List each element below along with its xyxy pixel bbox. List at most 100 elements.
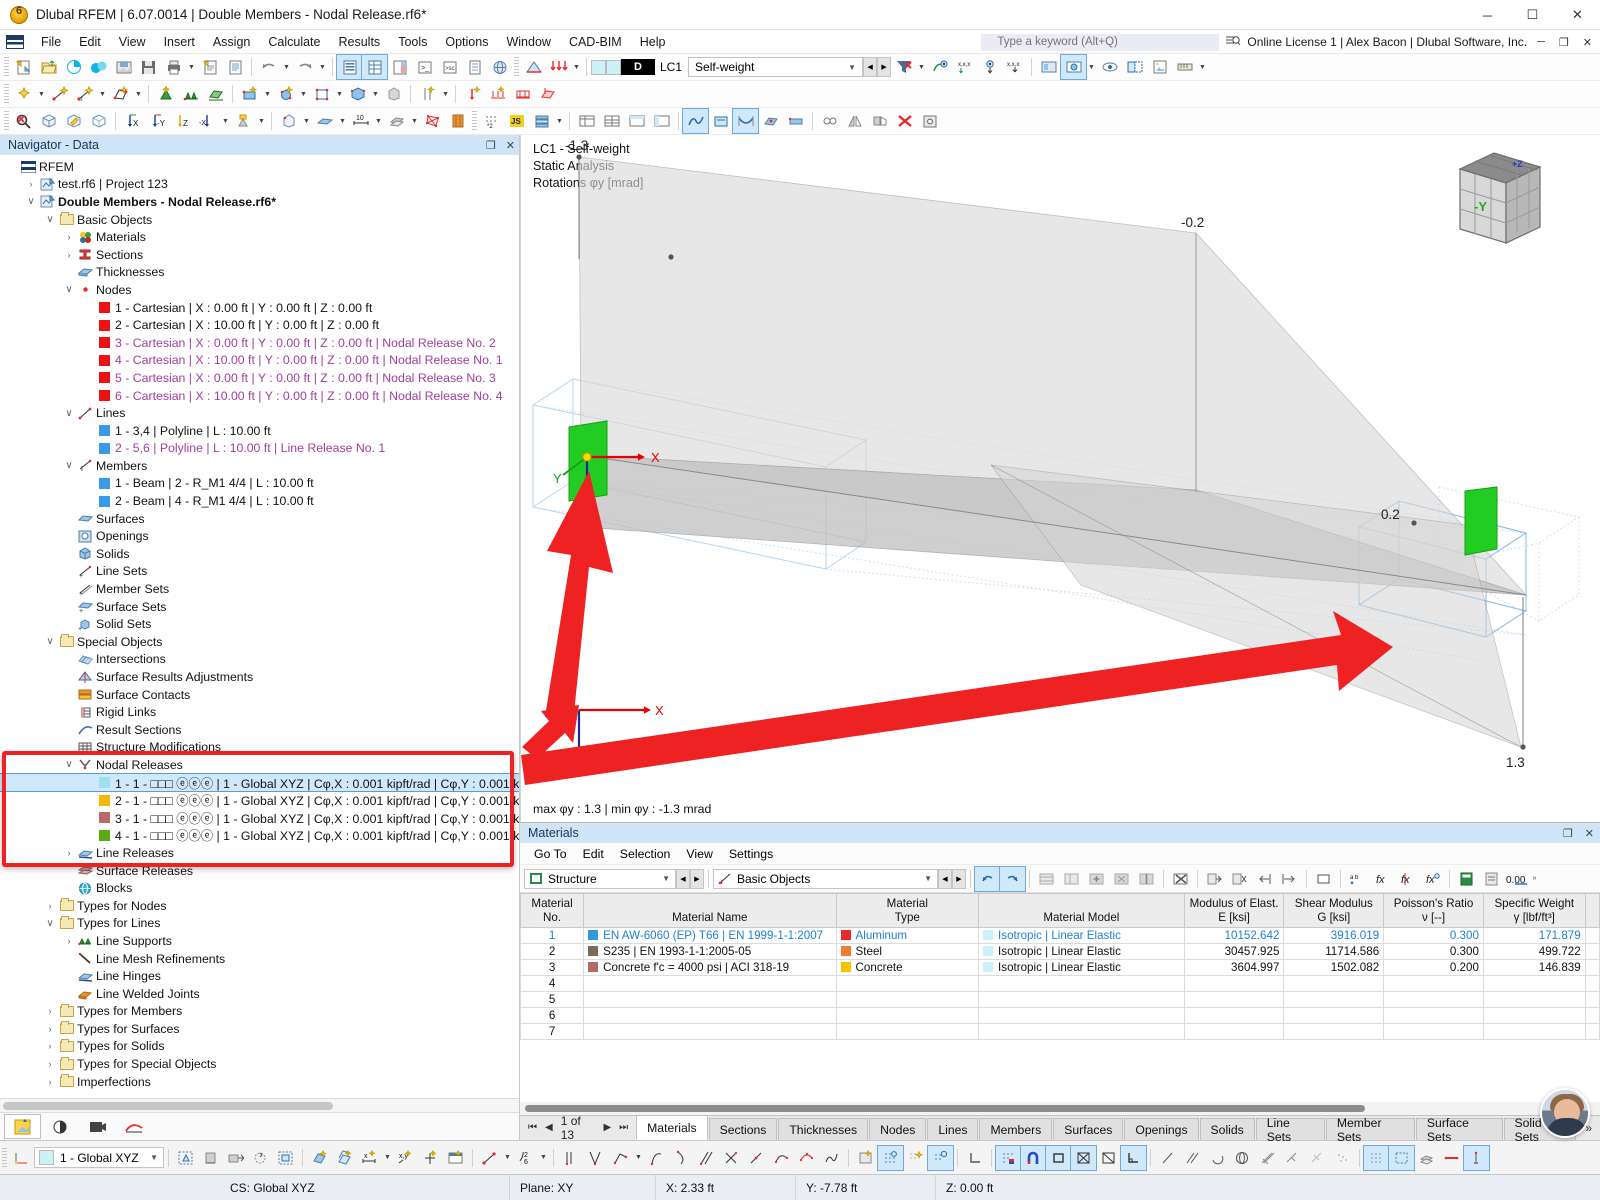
grid-hscrollbar[interactable] — [520, 1102, 1600, 1115]
surface-result-icon[interactable] — [758, 109, 783, 133]
table-formula2-icon[interactable]: fx — [1395, 867, 1420, 891]
materials-grid[interactable]: Material No. Material Name Material Type Ma… — [520, 893, 1600, 1102]
table-toolbar-overflow[interactable]: » — [1529, 867, 1540, 891]
table-cell[interactable]: 30457.925 — [1183, 943, 1285, 960]
table-tab-solids[interactable]: Solids — [1199, 1118, 1255, 1140]
table-cell[interactable]: 146.839 — [1482, 959, 1586, 976]
save-icon[interactable] — [136, 55, 161, 79]
surface-dropdown-arrow[interactable]: ▼ — [133, 82, 144, 106]
ortho-grid-icon[interactable] — [995, 1144, 1022, 1171]
table-cell[interactable] — [978, 991, 1185, 1008]
table-column-header[interactable]: Material Type — [835, 893, 980, 928]
chevron-right-icon[interactable]: › — [42, 1024, 58, 1034]
menu-item-results[interactable]: Results — [330, 32, 390, 52]
table-cell[interactable] — [835, 1023, 980, 1040]
console-icon[interactable]: >_ — [412, 55, 437, 79]
table-cell[interactable]: 1502.082 — [1283, 959, 1385, 976]
table-row[interactable]: 4 — [520, 975, 1600, 992]
tree-item[interactable]: 1 - 3,4 | Polyline | L : 10.00 ft — [0, 422, 519, 440]
view-edit-icon[interactable] — [61, 109, 86, 133]
table-cell[interactable] — [1383, 1023, 1484, 1040]
view-z-icon[interactable]: Z — [170, 109, 195, 133]
loadcase-next-button[interactable]: ▶ — [877, 57, 892, 77]
surface-display-icon[interactable] — [312, 109, 337, 133]
snap-parallel-icon[interactable] — [1180, 1146, 1205, 1170]
search-input[interactable] — [981, 33, 1220, 51]
table-cell[interactable]: 0.300 — [1383, 943, 1484, 960]
view-iso-icon[interactable] — [36, 109, 61, 133]
dim-dropdown-arrow[interactable]: ▼ — [382, 1146, 393, 1170]
angle-snap-icon[interactable] — [1120, 1144, 1147, 1171]
layers-icon[interactable] — [1414, 1146, 1439, 1170]
toolbar-grip[interactable] — [4, 57, 9, 77]
row-number[interactable]: 5 — [520, 991, 585, 1008]
list-view-icon[interactable] — [462, 55, 487, 79]
menu-item-calculate[interactable]: Calculate — [259, 32, 329, 52]
chevron-down-icon[interactable]: ∨ — [61, 408, 77, 419]
printout-report-icon[interactable] — [197, 55, 222, 79]
table-cell[interactable] — [978, 1007, 1185, 1024]
menu-item-options[interactable]: Options — [436, 32, 497, 52]
grid-snap2-icon[interactable] — [903, 1146, 928, 1170]
table-cell[interactable]: Isotropic | Linear Elastic — [978, 927, 1185, 944]
draw-dropdown-arrow[interactable]: ▼ — [502, 1146, 513, 1170]
table-cell[interactable]: Steel — [835, 943, 980, 960]
table-tab-nodes[interactable]: Nodes — [869, 1118, 927, 1140]
open-cloud-icon[interactable] — [61, 55, 86, 79]
dim-x-icon[interactable]: x — [357, 1146, 382, 1170]
table-cell[interactable]: Concrete f'c = 4000 psi | ACI 318-19 — [583, 959, 837, 976]
table-cell[interactable]: 0.200 — [1383, 959, 1484, 976]
snap-tangent-icon[interactable] — [1305, 1146, 1330, 1170]
dimension-icon[interactable]: 10 — [348, 109, 373, 133]
tree-item[interactable]: Surface Contacts — [0, 686, 519, 704]
solid-icon[interactable] — [345, 82, 370, 106]
chevron-down-icon[interactable]: ∨ — [61, 759, 77, 770]
magnet-snap-icon[interactable] — [1020, 1144, 1047, 1171]
js-script-icon[interactable]: JS — [504, 109, 529, 133]
table-cell[interactable] — [835, 991, 980, 1008]
toolbar-grip[interactable] — [514, 57, 519, 77]
tree-item[interactable]: Result Sections — [0, 721, 519, 739]
table-menu-goto[interactable]: Go To — [526, 845, 575, 863]
tree-item[interactable]: 3 - Cartesian | X : 0.00 ft | Y : 0.00 f… — [0, 334, 519, 352]
imperfection-dropdown-arrow[interactable]: ▼ — [440, 82, 451, 106]
grid-snap-icon[interactable]: *2 — [479, 109, 504, 133]
navigator-scroll-thumb[interactable] — [3, 1101, 333, 1110]
render-solid-icon[interactable] — [276, 109, 301, 133]
node-dropdown-arrow[interactable]: ▼ — [36, 82, 47, 106]
object-multi-select-icon[interactable] — [332, 1146, 357, 1170]
doc-minimize-button[interactable]: ─ — [1533, 36, 1549, 48]
pager-first-button[interactable]: ⏮ — [528, 1122, 537, 1133]
ortho-mode-icon[interactable] — [1045, 1144, 1072, 1171]
tree-item[interactable]: 6 - Cartesian | X : 10.00 ft | Y : 0.00 … — [0, 387, 519, 405]
display-dropdown-arrow[interactable]: ▼ — [1086, 55, 1097, 79]
table-scope-dropdown[interactable]: Structure ▼ — [524, 868, 676, 889]
table-body[interactable]: 1 EN AW-6060 (EP) T66 | EN 1999-1-1:2007 A… — [520, 927, 1600, 1040]
snap-rotate-icon[interactable] — [248, 1146, 273, 1170]
tree-item[interactable]: + Line Sets — [0, 563, 519, 581]
divide-dropdown-arrow[interactable]: ▼ — [538, 1146, 549, 1170]
tree-item[interactable]: 2 - Beam | 4 - R_M1 4/4 | L : 10.00 ft — [0, 492, 519, 510]
row-number[interactable]: 4 — [520, 975, 585, 992]
table-menu-view[interactable]: View — [678, 845, 720, 863]
table-row[interactable]: 2 S235 | EN 1993-1-1:2005-05 Steel Isotropi… — [520, 943, 1600, 960]
surface-display-dropdown-arrow[interactable]: ▼ — [337, 109, 348, 133]
table-cell[interactable] — [1482, 991, 1586, 1008]
new-nodal-sel-icon[interactable] — [853, 1146, 878, 1170]
tree-item[interactable]: Line Welded Joints — [0, 985, 519, 1003]
table-clear-icon[interactable] — [1168, 867, 1193, 891]
tree-item[interactable]: Line Hinges — [0, 967, 519, 985]
object-select-icon[interactable] — [307, 1146, 332, 1170]
table-tab-line-sets[interactable]: Line Sets — [1255, 1116, 1325, 1144]
table-cell[interactable] — [1183, 991, 1285, 1008]
layer-icon[interactable] — [529, 109, 554, 133]
nodal-release-icon[interactable] — [273, 82, 298, 106]
opening-dropdown-arrow[interactable]: ▼ — [334, 82, 345, 106]
tree-item[interactable]: Surfaces — [0, 510, 519, 528]
table-cell[interactable] — [978, 975, 1185, 992]
table-cell[interactable]: Aluminum — [835, 927, 980, 944]
tree-item[interactable]: 2 - Cartesian | X : 10.00 ft | Y : 0.00 … — [0, 316, 519, 334]
chevron-right-icon[interactable]: › — [61, 250, 77, 260]
row-number[interactable]: 3 — [520, 959, 585, 976]
table-cell[interactable] — [1482, 1023, 1586, 1040]
